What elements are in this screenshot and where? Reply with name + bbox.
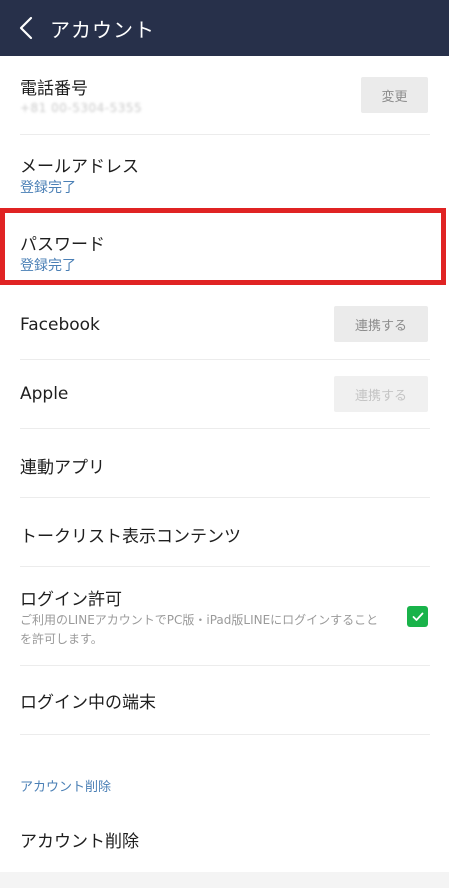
account-settings-screen: アカウント 電話番号 +81 00-5304-5355 変更 メールアドレス 登…: [0, 0, 449, 888]
email-label: メールアドレス: [20, 157, 139, 177]
login-permission-checkbox[interactable]: [407, 606, 428, 627]
delete-account-label: アカウント削除: [20, 832, 139, 852]
apple-label: Apple: [20, 384, 69, 404]
email-row[interactable]: メールアドレス 登録完了: [20, 135, 430, 211]
email-status: 登録完了: [20, 180, 76, 196]
checkmark-icon: [412, 612, 423, 621]
delete-section-header: アカウント削除: [20, 780, 112, 795]
apple-row: Apple 連携する: [20, 360, 430, 429]
logged-in-devices-label: ログイン中の端末: [20, 693, 156, 713]
talk-list-content-label: トークリスト表示コンテンツ: [20, 527, 241, 547]
page-title: アカウント: [50, 17, 155, 42]
highlight-frame: [0, 208, 446, 285]
login-permission-row: ログイン許可 ご利用のLINEアカウントでPC版・iPad版LINEにログインす…: [20, 567, 430, 666]
delete-account-row[interactable]: アカウント削除: [20, 805, 430, 872]
link-apple-button[interactable]: 連携する: [334, 376, 428, 412]
app-header: アカウント: [0, 0, 449, 56]
link-facebook-button[interactable]: 連携する: [334, 306, 428, 342]
back-button[interactable]: [6, 0, 46, 56]
logged-in-devices-row[interactable]: ログイン中の端末: [20, 666, 430, 735]
bottom-divider: [0, 872, 449, 888]
change-phone-button[interactable]: 変更: [361, 77, 428, 113]
login-permission-label: ログイン許可: [20, 590, 122, 610]
chevron-left-icon: [19, 16, 33, 40]
facebook-label: Facebook: [20, 315, 100, 335]
phone-number-row: 電話番号 +81 00-5304-5355 変更: [20, 56, 430, 135]
linked-apps-row[interactable]: 連動アプリ: [20, 429, 430, 498]
phone-number-value: +81 00-5304-5355: [20, 101, 143, 115]
login-permission-description: ご利用のLINEアカウントでPC版・iPad版LINEにログインすることを許可し…: [20, 613, 379, 646]
linked-apps-label: 連動アプリ: [20, 458, 105, 478]
talk-list-content-row[interactable]: トークリスト表示コンテンツ: [20, 498, 430, 567]
facebook-row: Facebook 連携する: [20, 290, 430, 360]
phone-number-label: 電話番号: [20, 79, 88, 99]
